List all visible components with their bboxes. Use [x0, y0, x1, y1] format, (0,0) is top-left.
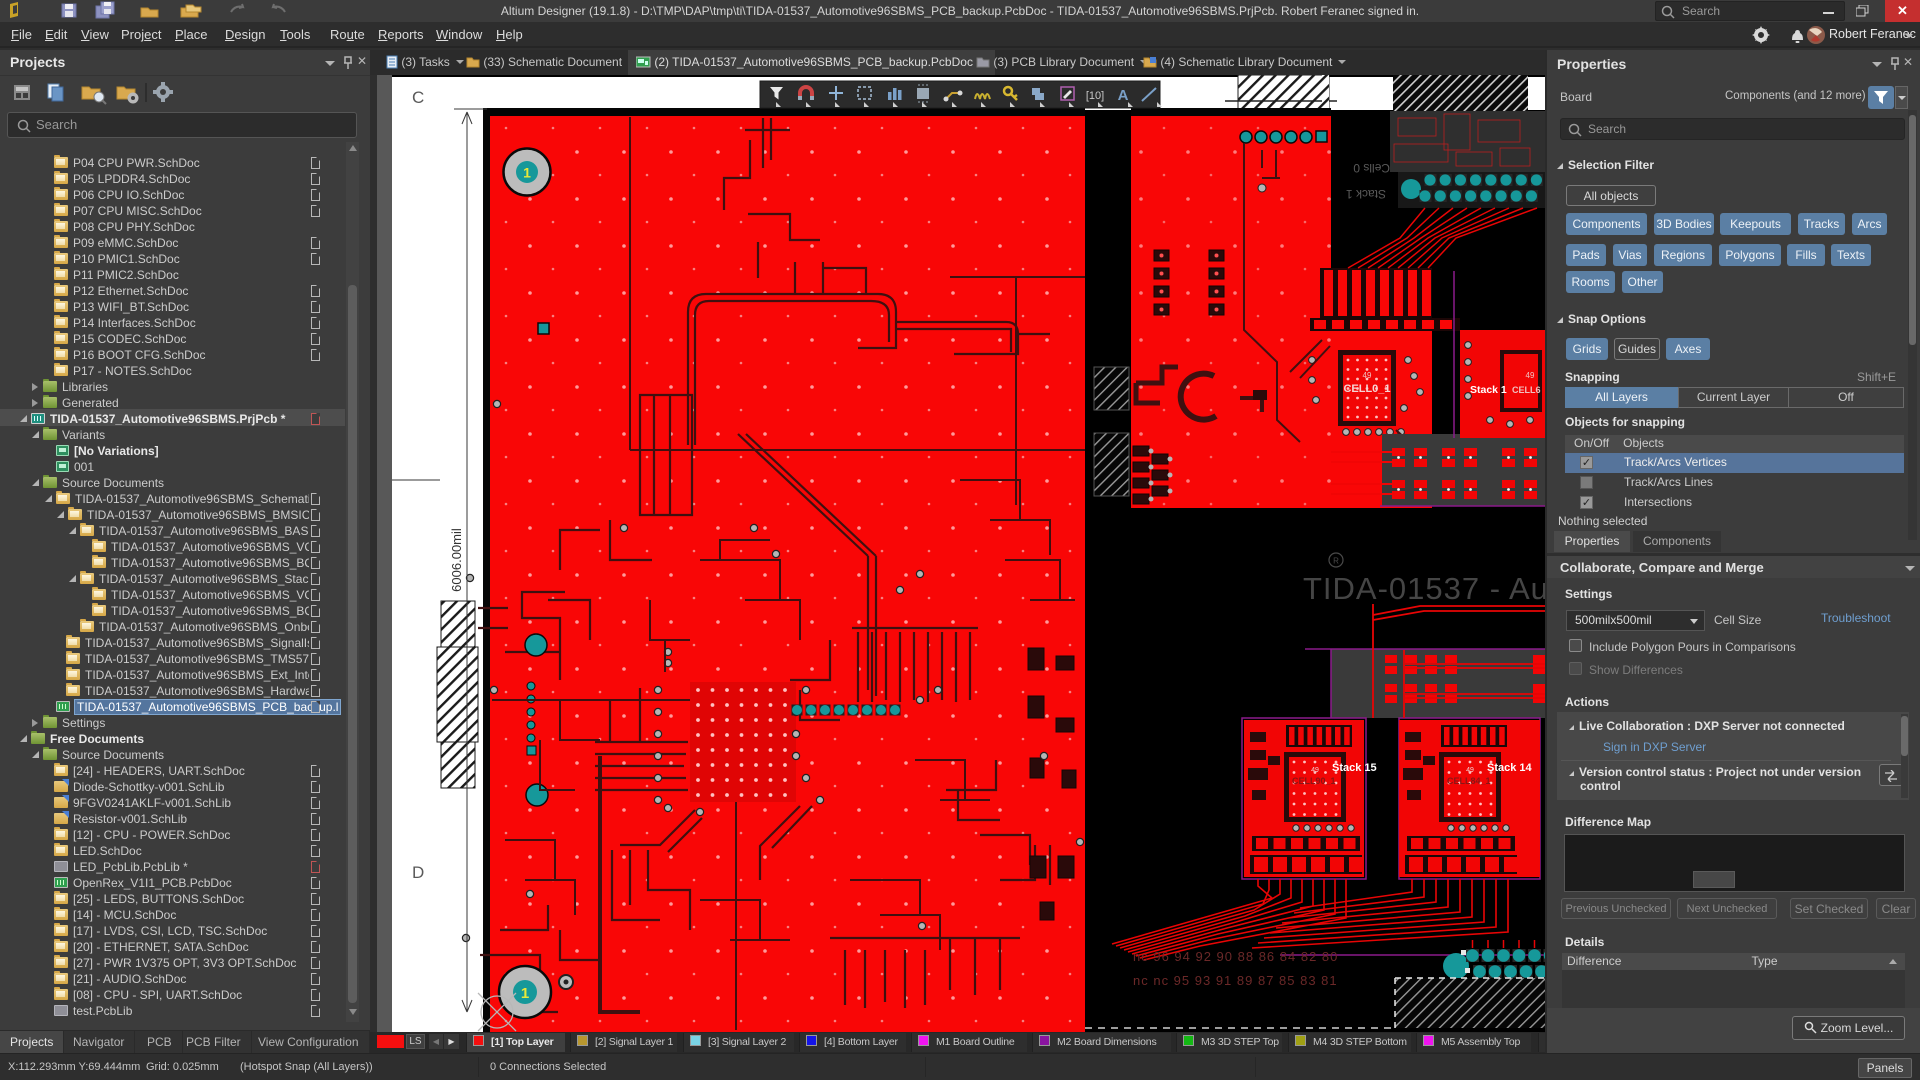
svg-text:49: 49 — [1311, 767, 1319, 774]
svg-text:R: R — [1333, 557, 1339, 566]
svg-text:Stack 1: Stack 1 — [1470, 384, 1507, 396]
svg-text:nc 96 94 92 90 88 86 84 82 80: nc 96 94 92 90 88 86 84 82 80 — [1133, 949, 1338, 964]
svg-text:49: 49 — [1526, 371, 1535, 380]
svg-text:1: 1 — [523, 165, 531, 181]
svg-text:[10]: [10] — [1086, 90, 1104, 102]
svg-text:A: A — [1118, 87, 1129, 104]
svg-text:49: 49 — [1363, 371, 1372, 380]
svg-text:D: D — [412, 863, 424, 882]
svg-text:49: 49 — [1466, 767, 1474, 774]
svg-text:1: 1 — [521, 985, 529, 1002]
svg-text:CELL84_1: CELL84_1 — [1447, 776, 1491, 786]
svg-text:Stack 1: Stack 1 — [1346, 187, 1386, 201]
svg-text:CELL6: CELL6 — [1512, 385, 1541, 395]
svg-text:Cells 0: Cells 0 — [1353, 161, 1390, 175]
svg-text:CELL0_1: CELL0_1 — [1343, 383, 1390, 395]
svg-text:C: C — [412, 88, 424, 107]
svg-text:TIDA-01537 - Auto: TIDA-01537 - Auto — [1303, 571, 1545, 606]
svg-text:nc nc 95 93 91 89 87 85 83 81: nc nc 95 93 91 89 87 85 83 81 — [1133, 973, 1338, 988]
svg-text:Stack 15: Stack 15 — [1332, 762, 1377, 774]
svg-text:Stack 14: Stack 14 — [1487, 762, 1533, 774]
svg-text:CELL90_1: CELL90_1 — [1292, 776, 1336, 786]
svg-text:6006.00mil: 6006.00mil — [449, 528, 464, 592]
